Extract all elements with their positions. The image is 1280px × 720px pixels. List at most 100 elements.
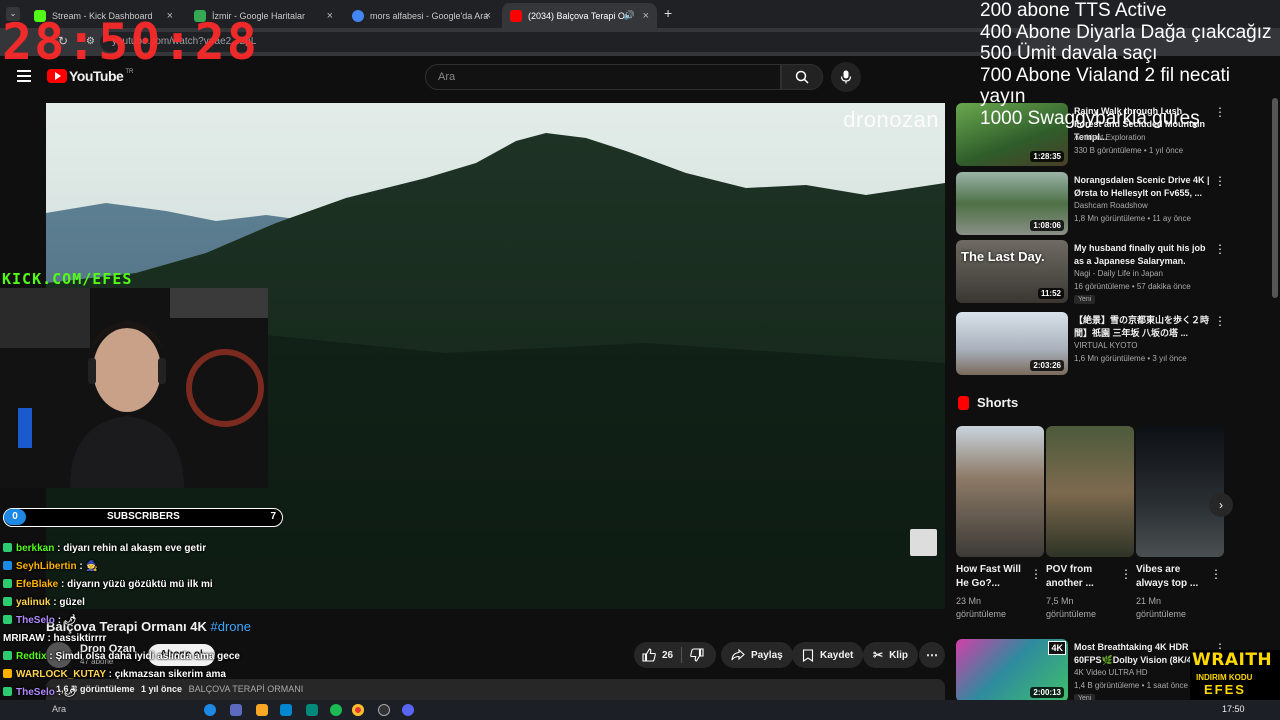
video-thumbnail[interactable]: 4K 2:00:13 bbox=[956, 639, 1068, 702]
video-thumbnail[interactable]: The Last Day. 11:52 bbox=[956, 240, 1068, 303]
audio-playing-icon[interactable]: 🔊 bbox=[624, 10, 635, 21]
shorts-heading: Shorts bbox=[958, 395, 1018, 410]
more-vert-icon[interactable]: ⋮ bbox=[1210, 567, 1222, 581]
like-dislike-group: 26 bbox=[634, 642, 716, 668]
clip-button[interactable]: ✂ Klip bbox=[863, 642, 918, 668]
recommended-video[interactable]: 2:03:26 【絶景】雪の京都東山を歩く２時間】祇園 三年坂 八坂の塔 ...… bbox=[956, 312, 1276, 376]
short-title[interactable]: Vibes are always top ... bbox=[1136, 563, 1206, 591]
new-badge: Yeni bbox=[1074, 295, 1096, 304]
countdown-timer: 28:50:28 bbox=[2, 13, 259, 71]
channel-name[interactable]: Ambient Exploration bbox=[1074, 133, 1146, 142]
short-title[interactable]: POV from another ... bbox=[1046, 563, 1116, 591]
duration-badge: 2:00:13 bbox=[1030, 687, 1064, 698]
video-meta: 16 görüntüleme • 57 dakika önce bbox=[1074, 282, 1191, 291]
store-icon[interactable] bbox=[230, 704, 242, 716]
channel-name[interactable]: Dashcam Roadshow bbox=[1074, 201, 1148, 210]
duration-badge: 1:08:06 bbox=[1030, 220, 1064, 231]
chat-badge-icon bbox=[3, 579, 12, 588]
chat-message: TheSelo : 🌶 bbox=[3, 612, 443, 630]
short-video[interactable]: POV from another ... 7,5 Mn görüntüleme ⋮ bbox=[1046, 426, 1134, 621]
recommended-video[interactable]: The Last Day. 11:52 My husband finally q… bbox=[956, 240, 1276, 304]
video-meta: 1,8 Mn görüntüleme • 11 ay önce bbox=[1074, 214, 1191, 223]
sponsor-name: WRAITH bbox=[1192, 650, 1273, 670]
goal-item: 200 abone TTS Active bbox=[980, 0, 1167, 21]
video-meta: 330 B görüntüleme • 1 yıl önce bbox=[1074, 146, 1184, 155]
taskbar-search-label[interactable]: Ara bbox=[52, 704, 66, 714]
video-title[interactable]: My husband finally quit his job as a Jap… bbox=[1074, 242, 1212, 268]
close-tab-icon[interactable]: × bbox=[327, 10, 333, 22]
chat-badge-icon bbox=[3, 597, 12, 606]
tab-label: (2034) Balçova Terapi Ormanı bbox=[528, 10, 626, 21]
discount-label: INDIRIM KODU bbox=[1196, 673, 1253, 682]
files-icon[interactable] bbox=[256, 704, 268, 716]
dislike-icon[interactable] bbox=[690, 648, 704, 662]
video-title[interactable]: Norangsdalen Scenic Drive 4K | Ørsta to … bbox=[1074, 174, 1212, 200]
discord-icon[interactable] bbox=[402, 704, 414, 716]
short-video[interactable]: How Fast Will He Go?... 23 Mn görüntüleme… bbox=[956, 426, 1044, 621]
share-label: Paylaş bbox=[751, 649, 783, 661]
obs-icon[interactable] bbox=[378, 704, 390, 716]
search-input[interactable]: Ara bbox=[425, 64, 781, 90]
shorts-next-button[interactable]: › bbox=[1209, 493, 1233, 517]
short-thumbnail[interactable] bbox=[1046, 426, 1134, 557]
new-tab-button[interactable]: + bbox=[664, 5, 672, 21]
subscribers-goal-bar: 0 SUBSCRIBERS 7 bbox=[3, 508, 283, 527]
app-icon[interactable] bbox=[306, 704, 318, 716]
video-meta: 1,4 B görüntüleme • 1 saat önce bbox=[1074, 681, 1188, 690]
more-vert-icon[interactable]: ⋮ bbox=[1214, 242, 1226, 256]
like-icon[interactable] bbox=[642, 648, 656, 662]
chat-user: EfeBlake bbox=[16, 579, 59, 590]
share-button[interactable]: Paylaş bbox=[721, 642, 793, 668]
microphone-icon bbox=[840, 70, 852, 84]
youtube-favicon-icon bbox=[510, 9, 522, 22]
more-vert-icon[interactable]: ⋮ bbox=[1214, 314, 1226, 328]
webcam-feed bbox=[0, 288, 268, 488]
close-tab-icon[interactable]: × bbox=[485, 10, 491, 22]
short-views: 21 Mn görüntüleme bbox=[1136, 596, 1187, 619]
google-favicon-icon bbox=[352, 9, 364, 22]
more-vert-icon[interactable]: ⋮ bbox=[1214, 174, 1226, 188]
chat-user: yalinuk bbox=[16, 597, 51, 608]
tab-youtube-video[interactable]: (2034) Balçova Terapi Ormanı 🔊 × bbox=[502, 3, 657, 28]
video-thumbnail[interactable]: 2:03:26 bbox=[956, 312, 1068, 375]
channel-name[interactable]: 4K Video ULTRA HD bbox=[1074, 668, 1148, 677]
video-title[interactable]: 【絶景】雪の京都東山を歩く２時間】祇園 三年坂 八坂の塔 ... bbox=[1074, 314, 1212, 340]
close-tab-icon[interactable]: × bbox=[643, 10, 649, 22]
chat-user: Redtix bbox=[16, 651, 47, 662]
chat-badge-icon bbox=[3, 651, 12, 660]
duration-badge: 1:28:35 bbox=[1030, 151, 1064, 162]
channel-branding-icon[interactable] bbox=[910, 529, 937, 556]
short-title[interactable]: How Fast Will He Go?... bbox=[956, 563, 1026, 591]
save-button[interactable]: Kaydet bbox=[792, 642, 864, 668]
goal-item: 500 Ümit davala saçı bbox=[980, 43, 1158, 64]
recommended-video[interactable]: 1:08:06 Norangsdalen Scenic Drive 4K | Ø… bbox=[956, 172, 1276, 236]
tab-google-search[interactable]: mors alfabesi - Google'da Ara × bbox=[344, 3, 499, 28]
more-vert-icon[interactable]: ⋮ bbox=[1120, 567, 1132, 581]
thumbnail-caption: The Last Day. bbox=[961, 249, 1045, 264]
channel-name[interactable]: Nagi - Daily Life in Japan bbox=[1074, 269, 1163, 278]
mail-icon[interactable] bbox=[280, 704, 292, 716]
chat-badge-icon bbox=[3, 687, 12, 696]
chat-message: Redtix : Şimdi olsa daha iyidi aslında a… bbox=[3, 648, 443, 666]
channel-name[interactable]: VIRTUAL KYOTO bbox=[1074, 341, 1137, 350]
save-playlist-icon bbox=[802, 648, 814, 662]
chat-message: MRIRAW : hassiktirrrr bbox=[3, 633, 107, 644]
4k-badge: 4K bbox=[1048, 641, 1066, 655]
more-vert-icon[interactable]: ⋮ bbox=[1030, 567, 1042, 581]
kick-channel-tag: KICK.COM/EFES bbox=[2, 270, 133, 288]
short-video[interactable]: Vibes are always top ... 21 Mn görüntülem… bbox=[1136, 426, 1224, 621]
chrome-icon[interactable] bbox=[352, 704, 364, 716]
edge-icon[interactable] bbox=[204, 704, 216, 716]
search-button[interactable] bbox=[781, 64, 823, 90]
video-thumbnail[interactable]: 1:08:06 bbox=[956, 172, 1068, 235]
short-thumbnail[interactable] bbox=[1136, 426, 1224, 557]
clock[interactable]: 17:50 bbox=[1222, 704, 1245, 714]
voice-search-button[interactable] bbox=[831, 62, 861, 92]
chat-user: SeyhLibertin bbox=[16, 561, 77, 572]
chat-badge-icon bbox=[3, 669, 12, 678]
short-thumbnail[interactable] bbox=[956, 426, 1044, 557]
duration-badge: 11:52 bbox=[1037, 288, 1064, 299]
short-views: 7,5 Mn görüntüleme bbox=[1046, 596, 1097, 619]
more-actions-button[interactable]: ⋯ bbox=[919, 642, 945, 668]
spotify-icon[interactable] bbox=[330, 704, 342, 716]
